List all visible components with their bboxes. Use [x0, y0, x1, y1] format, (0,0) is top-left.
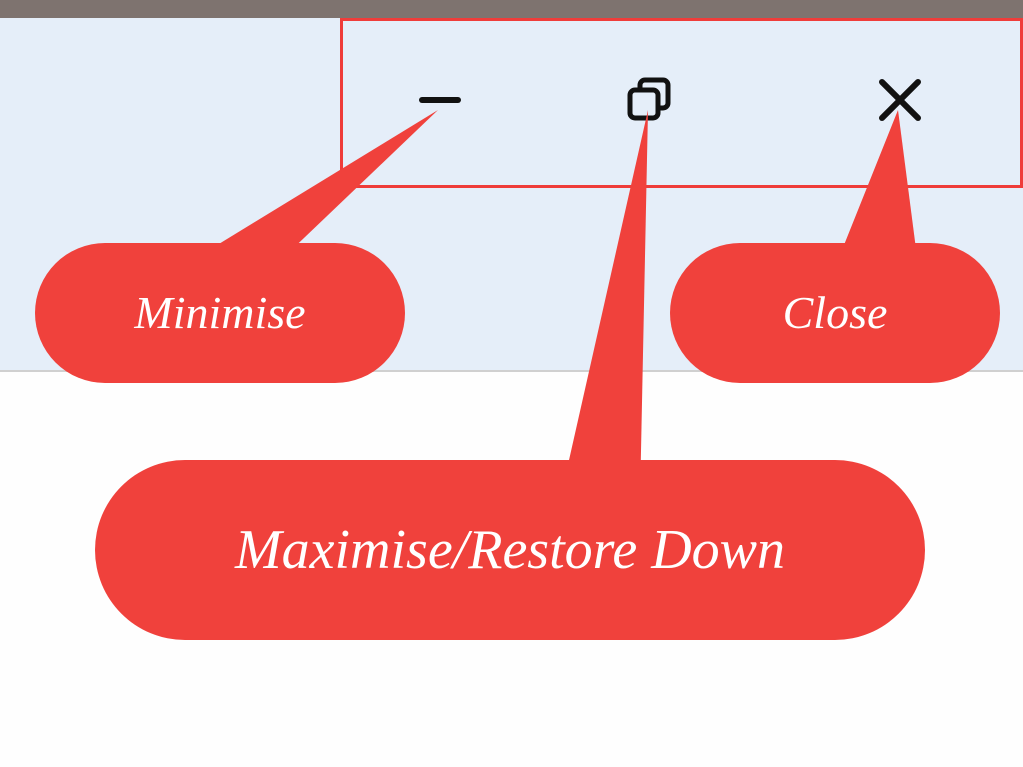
window-frame-top	[0, 0, 1023, 18]
restore-icon	[620, 70, 680, 130]
minimise-icon	[410, 70, 470, 130]
callout-minimise: Minimise	[35, 243, 405, 383]
close-icon	[870, 70, 930, 130]
callout-maximise-label: Maximise/Restore Down	[235, 522, 785, 578]
callout-maximise-restore: Maximise/Restore Down	[95, 460, 925, 640]
callout-minimise-label: Minimise	[134, 290, 305, 336]
restore-down-button[interactable]	[590, 60, 710, 140]
callout-close: Close	[670, 243, 1000, 383]
callout-close-label: Close	[783, 290, 888, 336]
minimise-button[interactable]	[380, 60, 500, 140]
close-button[interactable]	[840, 60, 960, 140]
